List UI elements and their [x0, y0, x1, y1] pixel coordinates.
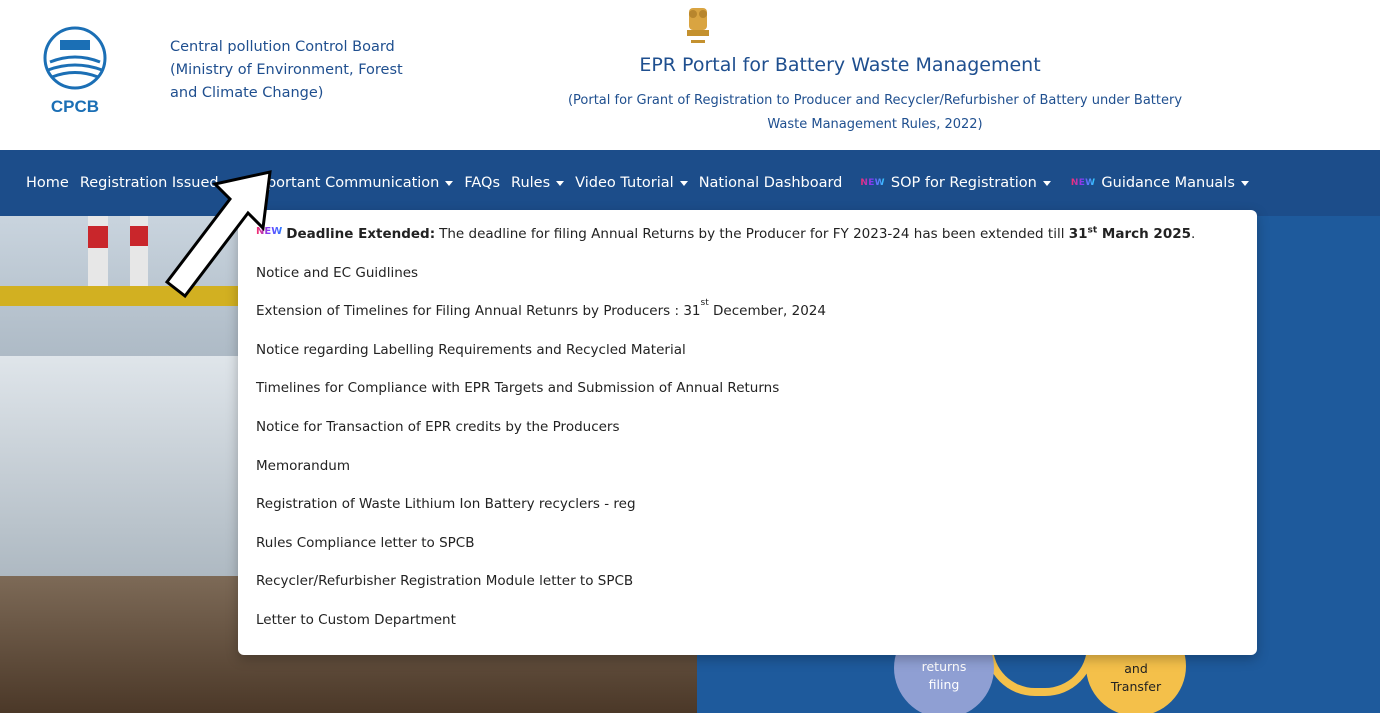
- nav-rules[interactable]: Rules: [511, 175, 565, 191]
- caret-down-icon: [679, 180, 688, 186]
- dropdown-item-label: Letter to Custom Department: [256, 611, 456, 628]
- caret-down-icon: [1240, 180, 1249, 186]
- new-badge-icon: NEW: [860, 178, 885, 188]
- cpcb-logo[interactable]: CPCB: [30, 22, 120, 122]
- nav-home[interactable]: Home: [26, 175, 69, 191]
- dropdown-item-notice-ec-guidelines[interactable]: Notice and EC Guidlines: [238, 265, 1257, 304]
- national-emblem-icon: [687, 8, 709, 43]
- dropdown-item-label: Notice regarding Labelling Requirements …: [256, 341, 686, 358]
- dropdown-item-label: Notice for Transaction of EPR credits by…: [256, 418, 620, 435]
- nav-guidance-manuals-label: Guidance Manuals: [1101, 175, 1235, 191]
- logo-text: CPCB: [51, 97, 99, 116]
- dropdown-item-label: Registration of Waste Lithium Ion Batter…: [256, 496, 636, 513]
- circle-returns-text: returns filing: [894, 658, 994, 694]
- dropdown-item-label: Memorandum: [256, 457, 351, 474]
- dropdown-item-rules-compliance-letter[interactable]: Rules Compliance letter to SPCB: [238, 535, 1257, 574]
- nav-faqs-label: FAQs: [464, 175, 501, 191]
- org-line-1: Central pollution Control Board: [170, 39, 395, 55]
- site-header: CPCB Central pollution Control Board (Mi…: [0, 0, 1380, 150]
- circle-transfer-text: and Transfer: [1086, 660, 1186, 696]
- portal-subtitle-line-1: (Portal for Grant of Registration to Pro…: [567, 93, 1183, 108]
- portal-title: EPR Portal for Battery Waste Management: [639, 54, 1041, 76]
- dropdown-item-recycler-module-letter[interactable]: Recycler/Refurbisher Registration Module…: [238, 573, 1257, 612]
- dropdown-item-labelling-requirements[interactable]: Notice regarding Labelling Requirements …: [238, 342, 1257, 381]
- nav-video-tutorial[interactable]: Video Tutorial: [575, 175, 688, 191]
- org-line-3: and Climate Change): [170, 85, 324, 101]
- org-name: Central pollution Control Board (Ministr…: [170, 36, 403, 105]
- dropdown-item-label: Rules Compliance letter to SPCB: [256, 534, 475, 551]
- circle-transfer-line-1: and: [1124, 661, 1148, 676]
- deadline-end: .: [1191, 226, 1196, 242]
- circle-returns-line-2: filing: [928, 677, 960, 692]
- portal-subtitle: (Portal for Grant of Registration to Pro…: [530, 89, 1220, 137]
- nav-faqs[interactable]: FAQs: [464, 175, 500, 191]
- nav-guidance-manuals[interactable]: NEW Guidance Manuals: [1071, 175, 1249, 191]
- dropdown-item-memorandum[interactable]: Memorandum: [238, 458, 1257, 497]
- dropdown-item-compliance-timelines[interactable]: Timelines for Compliance with EPR Target…: [238, 380, 1257, 419]
- org-line-2: (Ministry of Environment, Forest: [170, 62, 403, 78]
- page: CPCB Central pollution Control Board (Mi…: [0, 0, 1380, 713]
- nav-national-dashboard[interactable]: National Dashboard: [699, 175, 843, 191]
- dropdown-item-label: Extension of Timelines for Filing Annual…: [256, 303, 701, 320]
- nav-national-dashboard-label: National Dashboard: [698, 175, 843, 191]
- deadline-date-num: 31: [1068, 226, 1088, 242]
- portal-subtitle-line-2: Waste Management Rules, 2022): [767, 117, 983, 132]
- nav-sop-registration-label: SOP for Registration: [890, 175, 1037, 191]
- caret-down-icon: [1042, 180, 1051, 186]
- dropdown-item-lithium-recyclers[interactable]: Registration of Waste Lithium Ion Batter…: [238, 496, 1257, 535]
- nav-rules-label: Rules: [511, 175, 551, 191]
- nav-home-label: Home: [26, 175, 69, 191]
- dropdown-item-custom-department-letter[interactable]: Letter to Custom Department: [238, 612, 1257, 651]
- dropdown-item-label: Timelines for Compliance with EPR Target…: [256, 380, 780, 397]
- circle-transfer-line-2: Transfer: [1110, 679, 1162, 694]
- nav-sop-registration[interactable]: NEW SOP for Registration: [860, 175, 1051, 191]
- caret-down-icon: [556, 180, 565, 186]
- deadline-date-rest: March 2025: [1101, 226, 1192, 242]
- important-communication-dropdown: NEW Deadline Extended: The deadline for …: [238, 210, 1257, 655]
- new-badge-icon: NEW: [1070, 178, 1096, 188]
- dropdown-item-epr-credits-transaction[interactable]: Notice for Transaction of EPR credits by…: [238, 419, 1257, 458]
- dropdown-item-label: December, 2024: [713, 303, 826, 320]
- deadline-bold-label: Deadline Extended:: [286, 226, 436, 242]
- nav-video-tutorial-label: Video Tutorial: [575, 175, 674, 191]
- deadline-date-sup: st: [1087, 225, 1098, 236]
- dropdown-item-extension-timelines[interactable]: Extension of Timelines for Filing Annual…: [238, 299, 1257, 342]
- circle-returns-line-1: returns: [921, 659, 967, 674]
- deadline-text: The deadline for filing Annual Returns b…: [439, 226, 1065, 242]
- annotation-arrow-icon: [164, 170, 272, 299]
- caret-down-icon: [445, 180, 454, 186]
- dropdown-item-label: Recycler/Refurbisher Registration Module…: [256, 573, 634, 590]
- dropdown-item-deadline-extended[interactable]: NEW Deadline Extended: The deadline for …: [238, 226, 1257, 265]
